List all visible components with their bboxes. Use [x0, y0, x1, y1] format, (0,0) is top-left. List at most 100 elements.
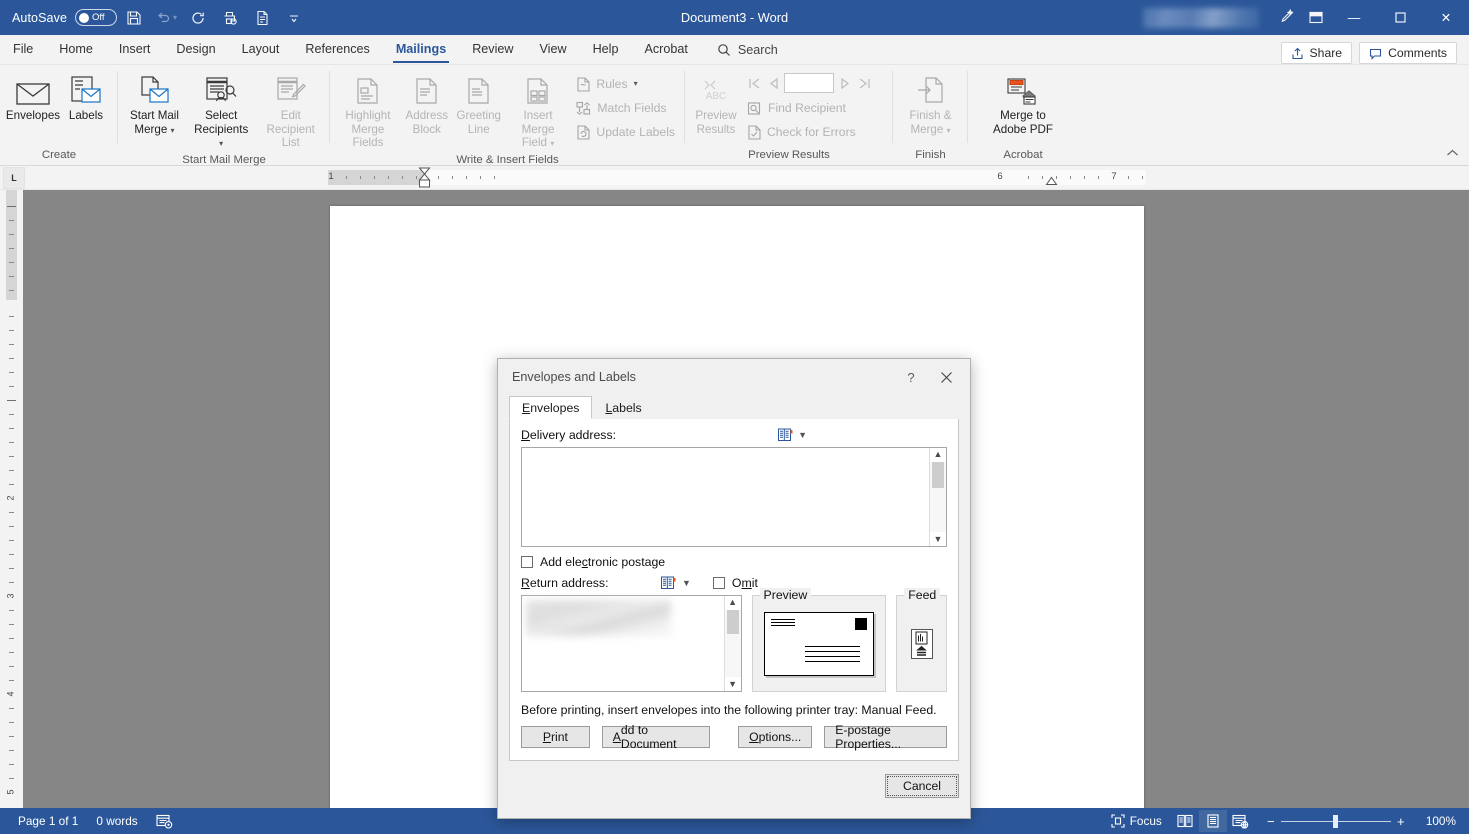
merge-to-adobe-pdf-label-2: Adobe PDF — [993, 122, 1053, 136]
scroll-down-icon[interactable]: ▼ — [728, 680, 737, 689]
insert-merge-field-button[interactable]: Insert Merge Field ▾ — [505, 69, 572, 150]
highlight-merge-fields-button[interactable]: Highlight Merge Fields — [335, 69, 401, 150]
autosave-toggle[interactable]: Off — [75, 9, 118, 26]
collapse-ribbon-icon[interactable] — [1446, 147, 1459, 161]
select-recipients-button[interactable]: Select Recipients ▾ — [186, 69, 256, 150]
zoom-track[interactable] — [1280, 814, 1391, 828]
preview-fieldset: Preview — [751, 588, 887, 692]
close-button[interactable]: ✕ — [1423, 0, 1469, 35]
tab-acrobat[interactable]: Acrobat — [631, 35, 700, 64]
dialog-tab-envelopes[interactable]: Envelopes — [509, 396, 593, 419]
maximize-button[interactable] — [1377, 0, 1423, 35]
greeting-line-button[interactable]: Greeting Line — [453, 69, 505, 136]
zoom-slider[interactable]: − + — [1261, 814, 1411, 829]
customize-quick-access-icon[interactable] — [279, 5, 309, 31]
find-recipient-button[interactable]: Find Recipient — [742, 96, 876, 120]
feed-orientation-art[interactable] — [910, 628, 933, 659]
return-address-box[interactable]: ▲ ▼ — [521, 595, 742, 692]
quick-print-icon[interactable] — [215, 5, 245, 31]
user-account-name[interactable] — [1143, 7, 1259, 28]
save-icon[interactable] — [119, 5, 149, 31]
print-button[interactable]: Print — [521, 726, 590, 748]
previous-record-button[interactable] — [765, 74, 781, 92]
omit-checkbox[interactable] — [712, 577, 725, 589]
tab-help[interactable]: Help — [580, 35, 632, 64]
preview-results-label-1: Preview — [695, 109, 737, 122]
address-block-button[interactable]: Address Block — [401, 69, 453, 136]
return-address-lines-art — [770, 618, 795, 628]
first-record-button[interactable] — [746, 74, 762, 92]
zoom-level[interactable]: 100% — [1417, 814, 1460, 828]
comments-button[interactable]: Comments — [1359, 42, 1457, 64]
tab-design[interactable]: Design — [163, 35, 228, 64]
search-input[interactable]: Search — [717, 35, 778, 64]
delivery-address-scrollbar[interactable]: ▲ ▼ — [929, 448, 946, 546]
add-electronic-postage-checkbox[interactable] — [521, 556, 533, 568]
tab-insert[interactable]: Insert — [106, 35, 164, 64]
dialog-help-button[interactable]: ? — [896, 363, 926, 391]
scroll-up-icon[interactable]: ▲ — [934, 450, 943, 459]
start-mail-merge-button[interactable]: Start Mail Merge ▾ — [123, 69, 186, 136]
left-indent-marker[interactable] — [418, 167, 431, 191]
record-number-input[interactable] — [784, 73, 834, 93]
zoom-in-button[interactable]: + — [1391, 814, 1411, 829]
vertical-ruler[interactable]: 2 3 4 5 — [0, 190, 23, 808]
update-labels-button[interactable]: Update Labels — [571, 120, 680, 144]
tab-stop-selector[interactable]: L — [3, 166, 25, 189]
page-indicator[interactable]: Page 1 of 1 — [9, 814, 87, 828]
cancel-button[interactable]: Cancel — [885, 774, 959, 798]
focus-button[interactable]: Focus — [1102, 814, 1171, 828]
return-address-book-button[interactable]: ▼ — [661, 576, 691, 590]
share-button[interactable]: Share — [1280, 42, 1353, 64]
labels-button[interactable]: Labels — [61, 69, 111, 123]
return-address-scrollbar[interactable]: ▲ ▼ — [723, 596, 741, 691]
return-address-input[interactable] — [522, 596, 724, 691]
zoom-out-button[interactable]: − — [1261, 814, 1281, 829]
minimize-button[interactable]: — — [1331, 0, 1377, 35]
focus-label: Focus — [1129, 814, 1162, 828]
preview-results-button[interactable]: ABC Preview Results — [690, 69, 742, 136]
print-preview-icon[interactable] — [247, 5, 277, 31]
dialog-tab-labels[interactable]: Labels — [592, 396, 654, 419]
next-record-button[interactable] — [837, 74, 853, 92]
envelopes-button[interactable]: Envelopes — [5, 69, 61, 123]
scroll-up-icon[interactable]: ▲ — [728, 598, 737, 607]
match-fields-button[interactable]: Match Fields — [571, 96, 680, 120]
rules-button[interactable]: Rules ▾ — [571, 72, 680, 96]
epostage-properties-button[interactable]: E-postage Properties... — [824, 723, 947, 751]
merge-to-adobe-pdf-button[interactable]: Merge to Adobe PDF — [982, 69, 1064, 136]
tab-view[interactable]: View — [527, 35, 580, 64]
edit-recipient-list-button[interactable]: Edit Recipient List — [256, 69, 325, 150]
add-to-document-button[interactable]: Add to Document — [601, 723, 711, 751]
delivery-address-input[interactable] — [522, 448, 929, 546]
delivery-address-book-button[interactable]: ▼ — [778, 428, 807, 442]
ribbon-display-options-icon[interactable] — [1301, 5, 1331, 31]
last-record-button[interactable] — [856, 74, 872, 92]
proofing-icon[interactable] — [147, 814, 182, 829]
check-for-errors-button[interactable]: Check for Errors — [742, 120, 876, 144]
undo-icon[interactable]: ▾ — [151, 5, 181, 31]
scroll-thumb[interactable] — [932, 462, 944, 488]
finish-and-merge-button[interactable]: Finish & Merge ▾ — [898, 69, 963, 136]
add-electronic-postage-row[interactable]: Add electronic postage — [521, 555, 947, 569]
delivery-address-box[interactable]: ▲ ▼ — [521, 447, 947, 547]
omit-row[interactable]: Omit — [712, 576, 758, 590]
redo-icon[interactable] — [183, 5, 213, 31]
dialog-close-button[interactable] — [926, 363, 966, 391]
tab-references[interactable]: References — [292, 35, 382, 64]
tab-review[interactable]: Review — [459, 35, 526, 64]
tab-layout[interactable]: Layout — [229, 35, 293, 64]
feed-fieldset[interactable]: Feed — [896, 588, 947, 692]
zoom-knob[interactable] — [1332, 814, 1338, 828]
tab-home[interactable]: Home — [46, 35, 106, 64]
horizontal-ruler[interactable]: 1 6 7 — [328, 167, 1146, 188]
scroll-down-icon[interactable]: ▼ — [934, 535, 943, 544]
scroll-thumb[interactable] — [726, 610, 739, 634]
right-indent-marker[interactable] — [1045, 176, 1058, 189]
pen-ink-icon[interactable] — [1271, 5, 1301, 31]
dialog-title-bar[interactable]: Envelopes and Labels ? — [498, 359, 970, 395]
word-count[interactable]: 0 words — [87, 814, 146, 828]
tab-mailings[interactable]: Mailings — [383, 35, 459, 64]
options-button[interactable]: Options... — [738, 726, 813, 748]
tab-file[interactable]: File — [0, 35, 46, 64]
